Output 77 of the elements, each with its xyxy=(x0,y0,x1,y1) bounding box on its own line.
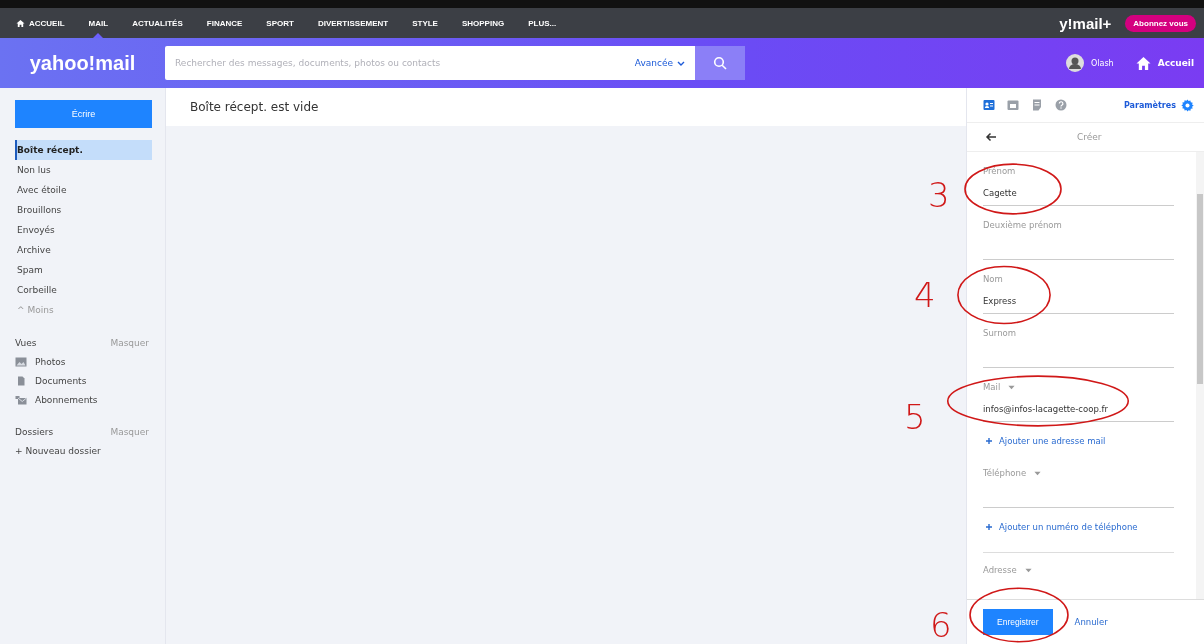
nav-link[interactable]: SPORT xyxy=(256,8,308,38)
folder-item[interactable]: Brouillons xyxy=(15,200,151,220)
search-button[interactable] xyxy=(695,46,745,80)
folder-item[interactable]: Corbeille xyxy=(15,280,151,300)
dropdown-caret-icon[interactable] xyxy=(1024,567,1032,573)
calendar-icon xyxy=(1007,99,1019,111)
dropdown-caret-icon[interactable] xyxy=(1008,384,1016,390)
field-label: Prénom xyxy=(983,166,1016,176)
input-field[interactable]: infos@infos-lacagette-coop.fr xyxy=(983,397,1174,422)
settings-icon xyxy=(1181,98,1194,112)
field-label: Mail xyxy=(983,382,1001,392)
chevron-icon xyxy=(677,60,685,66)
view-item[interactable]: Photos xyxy=(15,352,151,371)
home-icon xyxy=(16,18,25,28)
field-label: Adresse xyxy=(983,565,1017,575)
home-icon xyxy=(1135,55,1151,71)
new-folder-link[interactable]: + Nouveau dossier xyxy=(15,441,151,460)
back-arrow-icon[interactable] xyxy=(985,132,997,142)
section-title: Vues xyxy=(15,337,37,350)
search-icon xyxy=(713,56,727,70)
handwritten-number: 3 xyxy=(928,178,950,212)
advanced-search-link[interactable]: Avancée xyxy=(634,58,685,68)
profile-link[interactable]: Olash xyxy=(1066,54,1114,72)
view-item[interactable]: Abonnements xyxy=(15,390,151,409)
field-label: Surnom xyxy=(983,328,1016,338)
input-field[interactable]: Express xyxy=(983,289,1174,314)
plus-icon xyxy=(986,438,992,444)
nav-link[interactable]: PLUS... xyxy=(518,8,571,38)
mail-logo[interactable]: yahoo!mail xyxy=(0,51,165,75)
avatar-icon xyxy=(1066,54,1084,72)
nav-link[interactable]: MAIL xyxy=(78,8,123,38)
nav-link[interactable]: DIVERTISSEMENT xyxy=(307,8,403,38)
panel-tab[interactable] xyxy=(983,99,995,111)
section-title: Dossiers xyxy=(15,426,54,439)
input-field[interactable]: Cagette xyxy=(983,181,1174,206)
folder-item[interactable]: Archive xyxy=(15,240,151,260)
add-link[interactable]: Ajouter une adresse mail xyxy=(999,432,1106,450)
cancel-link[interactable]: Annuler xyxy=(1074,617,1108,627)
notepad-icon xyxy=(1031,99,1043,111)
nav-link[interactable]: FINANCE xyxy=(196,8,257,38)
view-item[interactable]: Documents xyxy=(15,371,151,390)
panel-tab[interactable] xyxy=(1031,99,1043,111)
panel-tab[interactable] xyxy=(1007,99,1019,111)
help-icon xyxy=(1055,99,1067,111)
add-link[interactable]: Ajouter un numéro de téléphone xyxy=(999,518,1138,536)
subscribe-button[interactable]: Abonnez vous xyxy=(1125,14,1196,32)
newsletter-icon xyxy=(15,394,27,405)
panel-tab[interactable] xyxy=(1055,99,1067,111)
image-icon xyxy=(15,356,27,367)
folder-item[interactable]: Non lus xyxy=(15,160,151,180)
field-label: Nom xyxy=(983,274,1003,284)
folder-item[interactable]: Envoyés xyxy=(15,220,151,240)
home-link[interactable]: Accueil xyxy=(1135,55,1194,71)
nav-link[interactable]: ACTUALITÉS xyxy=(122,8,197,38)
handwritten-number: 6 xyxy=(930,608,952,642)
panel-title: Créer xyxy=(1077,132,1102,142)
nav-link[interactable]: SHOPPING xyxy=(451,8,519,38)
save-button[interactable]: Enregistrer xyxy=(983,609,1053,635)
dropdown-caret-icon[interactable] xyxy=(1034,470,1042,476)
nav-link[interactable]: STYLE xyxy=(402,8,452,38)
folder-item[interactable]: Spam xyxy=(15,260,151,280)
settings-link[interactable]: Paramètres xyxy=(1123,98,1194,112)
empty-inbox-message: Boîte récept. est vide xyxy=(190,100,319,114)
handwritten-number: 4 xyxy=(914,278,936,312)
field-label: Deuxième prénom xyxy=(983,220,1062,230)
plus-icon xyxy=(986,524,992,530)
nav-link[interactable]: ACCUEIL xyxy=(6,8,79,38)
document-icon xyxy=(15,375,27,386)
handwritten-number: 5 xyxy=(904,400,926,434)
search-field[interactable]: Rechercher des messages, documents, photos ou contacts Avancée xyxy=(165,46,695,80)
compose-button[interactable]: Écrire xyxy=(15,100,152,128)
folder-item[interactable]: Avec étoile xyxy=(15,180,151,200)
folder-item[interactable]: Boîte récept. xyxy=(15,140,152,160)
field-label: Téléphone xyxy=(983,468,1027,478)
contact-card-icon xyxy=(983,99,995,111)
scrollbar-thumb[interactable] xyxy=(1197,194,1203,384)
mail-plus-logo[interactable]: y!mail+ xyxy=(1059,14,1112,32)
